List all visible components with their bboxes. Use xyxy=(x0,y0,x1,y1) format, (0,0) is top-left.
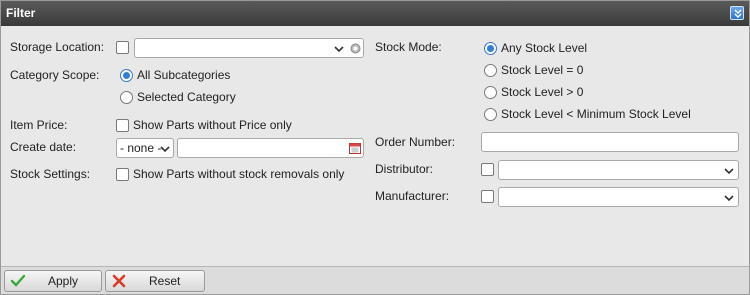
item-price-option-label: Show Parts without Price only xyxy=(133,118,292,132)
distributor-select[interactable] xyxy=(498,160,739,180)
order-number-input[interactable] xyxy=(481,132,739,152)
create-date-mode-select[interactable]: - none - xyxy=(116,138,174,158)
stock-mode-radio-below-min[interactable] xyxy=(484,108,497,121)
panel-title: Filter xyxy=(6,6,36,20)
category-scope-label: Category Scope: xyxy=(10,68,100,82)
create-date-input[interactable] xyxy=(177,138,364,158)
item-price-checkbox[interactable] xyxy=(116,119,129,132)
stock-settings-checkbox[interactable] xyxy=(116,168,129,181)
checkmark-icon xyxy=(10,274,26,287)
clear-icon[interactable] xyxy=(350,43,361,54)
chevron-down-icon xyxy=(724,195,734,202)
manufacturer-label: Manufacturer: xyxy=(375,189,450,203)
stock-mode-label: Stock Mode: xyxy=(375,40,442,54)
stock-mode-radio-positive[interactable] xyxy=(484,86,497,99)
reset-button[interactable]: Reset xyxy=(105,270,205,292)
scope-selected-radio[interactable] xyxy=(120,91,133,104)
stock-mode-option-below-min: Stock Level < Minimum Stock Level xyxy=(501,107,691,121)
stock-mode-radio-any[interactable] xyxy=(484,42,497,55)
stock-mode-option-positive: Stock Level > 0 xyxy=(501,85,584,99)
calendar-icon[interactable] xyxy=(349,142,361,154)
cross-icon xyxy=(112,274,126,288)
stock-mode-option-any: Any Stock Level xyxy=(501,41,588,55)
apply-label: Apply xyxy=(48,274,79,288)
button-bar: Apply Reset xyxy=(1,266,749,294)
storage-location-select[interactable] xyxy=(134,38,364,58)
item-price-label: Item Price: xyxy=(10,118,68,132)
storage-location-label: Storage Location: xyxy=(10,40,105,54)
chevron-down-icon xyxy=(160,146,170,153)
stock-mode-radio-zero[interactable] xyxy=(484,64,497,77)
create-date-mode-value: - none - xyxy=(120,141,162,155)
order-number-label: Order Number: xyxy=(375,135,456,149)
chevron-down-icon xyxy=(724,168,734,175)
distributor-checkbox[interactable] xyxy=(481,163,494,176)
scope-all-label: All Subcategories xyxy=(137,68,231,82)
manufacturer-checkbox[interactable] xyxy=(481,190,494,203)
collapse-icon[interactable] xyxy=(730,6,744,20)
scope-all-radio[interactable] xyxy=(120,69,133,82)
reset-label: Reset xyxy=(149,274,181,288)
storage-location-checkbox[interactable] xyxy=(116,41,129,54)
filter-panel: Filter Storage Location: Category Scope:… xyxy=(0,0,750,295)
manufacturer-select[interactable] xyxy=(498,187,739,207)
filter-titlebar: Filter xyxy=(1,1,749,26)
distributor-label: Distributor: xyxy=(375,162,434,176)
apply-button[interactable]: Apply xyxy=(4,270,102,292)
stock-mode-option-zero: Stock Level = 0 xyxy=(501,63,584,77)
create-date-label: Create date: xyxy=(10,140,77,154)
stock-settings-label: Stock Settings: xyxy=(10,167,91,181)
chevron-down-icon xyxy=(334,46,344,53)
scope-selected-label: Selected Category xyxy=(137,90,236,104)
stock-settings-option-label: Show Parts without stock removals only xyxy=(133,167,345,181)
